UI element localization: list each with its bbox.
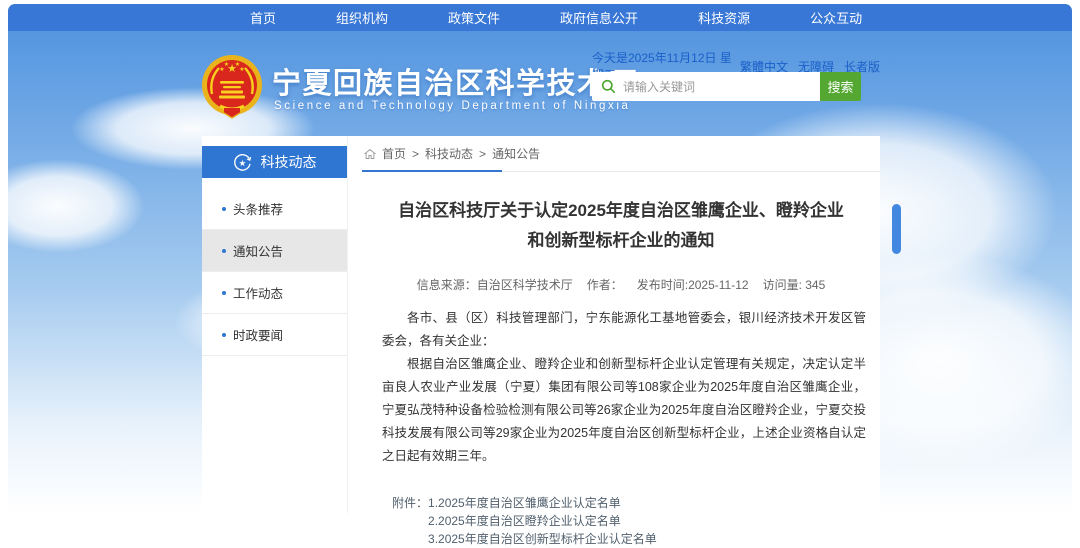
nav-item-policy-documents[interactable]: 政策文件 bbox=[418, 8, 530, 27]
sidebar-item-work-news[interactable]: 工作动态 bbox=[202, 272, 347, 314]
article-paragraph: 各市、县（区）科技管理部门，宁东能源化工基地管委会，银川经济技术开发区管委会，各… bbox=[382, 307, 866, 353]
magnifier-icon bbox=[601, 79, 616, 94]
attachment-link-1[interactable]: 1.2025年度自治区雏鹰企业认定名单 bbox=[428, 494, 657, 512]
nav-item-public-interaction[interactable]: 公众互动 bbox=[780, 8, 892, 27]
content-card: ★ 科技动态 头条推荐 通知公告 工作动态 bbox=[202, 136, 880, 513]
home-icon bbox=[364, 148, 376, 160]
search-bar: 搜索 bbox=[592, 72, 861, 101]
sidebar-item-label: 工作动态 bbox=[233, 283, 283, 302]
search-input[interactable] bbox=[623, 80, 820, 94]
breadcrumb: 首页 > 科技动态 > 通知公告 bbox=[362, 136, 880, 172]
breadcrumb-active-underline bbox=[362, 170, 502, 172]
nav-item-home[interactable]: 首页 bbox=[220, 8, 306, 27]
nav-item-organization[interactable]: 组织机构 bbox=[306, 8, 418, 27]
article-body: 各市、县（区）科技管理部门，宁东能源化工基地管委会，银川经济技术开发区管委会，各… bbox=[362, 307, 880, 468]
svg-text:★: ★ bbox=[239, 66, 244, 73]
sidebar-header: ★ 科技动态 bbox=[202, 146, 347, 178]
attachments-block: 附件： 1.2025年度自治区雏鹰企业认定名单 2.2025年度自治区瞪羚企业认… bbox=[392, 494, 880, 548]
attachment-link-3[interactable]: 3.2025年度自治区创新型标杆企业认定名单 bbox=[428, 530, 657, 548]
breadcrumb-sci-tech-news[interactable]: 科技动态 bbox=[425, 145, 473, 162]
breadcrumb-separator: > bbox=[479, 147, 486, 161]
sidebar-item-label: 时政要闻 bbox=[233, 325, 283, 344]
sidebar-item-label: 头条推荐 bbox=[233, 199, 283, 218]
sidebar-item-label: 通知公告 bbox=[233, 241, 283, 260]
site-subtitle: Science and Technology Department of Nin… bbox=[274, 100, 630, 112]
article-title-line1: 自治区科技厅关于认定2025年度自治区雏鹰企业、瞪羚企业 bbox=[362, 196, 880, 226]
attachments-label: 附件： bbox=[392, 494, 428, 548]
bullet-dot-icon bbox=[222, 333, 226, 337]
breadcrumb-separator: > bbox=[412, 147, 419, 161]
svg-text:★: ★ bbox=[224, 61, 229, 68]
nav-item-gov-info-disclosure[interactable]: 政府信息公开 bbox=[530, 8, 668, 27]
bullet-dot-icon bbox=[222, 207, 226, 211]
search-box[interactable] bbox=[592, 72, 820, 101]
breadcrumb-home[interactable]: 首页 bbox=[382, 145, 406, 162]
svg-text:★: ★ bbox=[238, 157, 246, 167]
page-frame: 首页 组织机构 政策文件 政府信息公开 科技资源 公众互动 ★ ★ ★ ★ ★ bbox=[8, 0, 1072, 513]
bullet-dot-icon bbox=[222, 249, 226, 253]
bullet-dot-icon bbox=[222, 291, 226, 295]
sidebar-item-notices[interactable]: 通知公告 bbox=[202, 230, 347, 272]
meta-visit-count: 访问量: 345 bbox=[763, 278, 826, 292]
site-title: 宁夏回族自治区科学技术厅 bbox=[272, 60, 638, 102]
sidebar-item-headline-recommend[interactable]: 头条推荐 bbox=[202, 188, 347, 230]
meta-publish-time: 发布时间:2025-11-12 bbox=[637, 278, 749, 292]
breadcrumb-notices[interactable]: 通知公告 bbox=[492, 145, 540, 162]
sidebar: ★ 科技动态 头条推荐 通知公告 工作动态 bbox=[202, 136, 348, 513]
sidebar-menu: 头条推荐 通知公告 工作动态 时政要闻 bbox=[202, 188, 347, 356]
article-title-line2: 和创新型标杆企业的通知 bbox=[362, 226, 880, 256]
attachment-link-2[interactable]: 2.2025年度自治区瞪羚企业认定名单 bbox=[428, 512, 657, 530]
article-title: 自治区科技厅关于认定2025年度自治区雏鹰企业、瞪羚企业 和创新型标杆企业的通知 bbox=[362, 196, 880, 256]
sidebar-item-current-politics[interactable]: 时政要闻 bbox=[202, 314, 347, 356]
nav-item-sci-tech-resources[interactable]: 科技资源 bbox=[668, 8, 780, 27]
circular-star-icon: ★ bbox=[233, 153, 252, 172]
china-national-emblem-icon: ★ ★ ★ ★ ★ bbox=[200, 54, 264, 127]
search-button[interactable]: 搜索 bbox=[820, 72, 861, 101]
article-area: 首页 > 科技动态 > 通知公告 自治区科技厅关于认定2025年度自治区雏鹰企业… bbox=[362, 136, 880, 513]
content-scrollbar-thumb[interactable] bbox=[892, 204, 901, 254]
article-meta: 信息来源：自治区科学技术厅作者： 发布时间:2025-11-12 访问量: 345 bbox=[362, 276, 880, 293]
attachments-list: 1.2025年度自治区雏鹰企业认定名单 2.2025年度自治区瞪羚企业认定名单 … bbox=[428, 494, 657, 548]
meta-source: 信息来源：自治区科学技术厅 bbox=[417, 278, 573, 292]
meta-author: 作者： bbox=[587, 278, 623, 292]
article-paragraph: 根据自治区雏鹰企业、瞪羚企业和创新型标杆企业认定管理有关规定，决定认定半亩良人农… bbox=[382, 353, 866, 468]
top-navigation-bar: 首页 组织机构 政策文件 政府信息公开 科技资源 公众互动 bbox=[8, 4, 1072, 31]
sidebar-title: 科技动态 bbox=[261, 152, 317, 172]
